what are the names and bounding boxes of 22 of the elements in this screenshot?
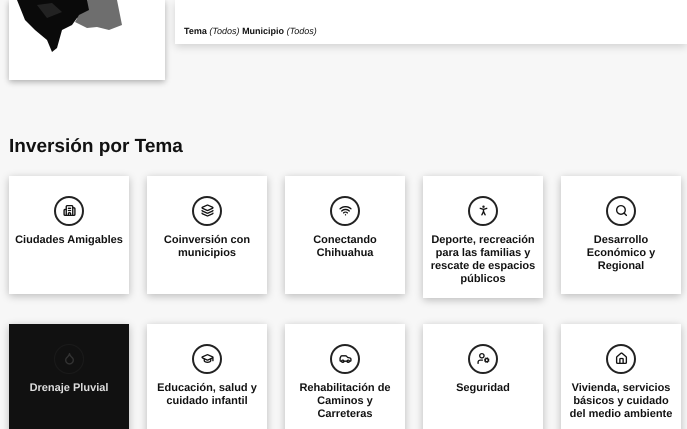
topic-card[interactable]: Drenaje Pluvial — [9, 324, 129, 429]
topic-card[interactable]: Vivienda, servicios básicos y cuidado del medio ambiente — [561, 324, 681, 429]
buildings-icon — [54, 196, 84, 226]
search-icon — [606, 196, 636, 226]
topic-card[interactable]: Desarrollo Económico y Regional — [561, 176, 681, 294]
drop-icon — [54, 344, 84, 374]
person-icon — [468, 196, 498, 226]
user-icon — [468, 344, 498, 374]
graduation-cap-icon — [192, 344, 222, 374]
topic-card[interactable]: Coinversión con municipios — [147, 176, 267, 294]
wifi-icon — [330, 196, 360, 226]
stack-icon — [192, 196, 222, 226]
home-icon — [606, 344, 636, 374]
topic-card[interactable]: Educación, salud y cuidado infantil — [147, 324, 267, 429]
car-icon — [330, 344, 360, 374]
section-title: Inversión por Tema — [9, 135, 184, 159]
topic-card[interactable]: Conectando Chihuahua — [285, 176, 405, 294]
topic-card[interactable]: Rehabilitación de Caminos y Carreteras — [285, 324, 405, 429]
topic-card[interactable]: Seguridad — [423, 324, 543, 429]
filter-summary: Tema (Todos) Municipio (Todos) — [184, 26, 317, 36]
topic-card[interactable]: Deporte, recreación para las familias y rescate de espacios públicos — [423, 176, 543, 298]
topic-card[interactable]: Ciudades Amigables — [9, 176, 129, 294]
